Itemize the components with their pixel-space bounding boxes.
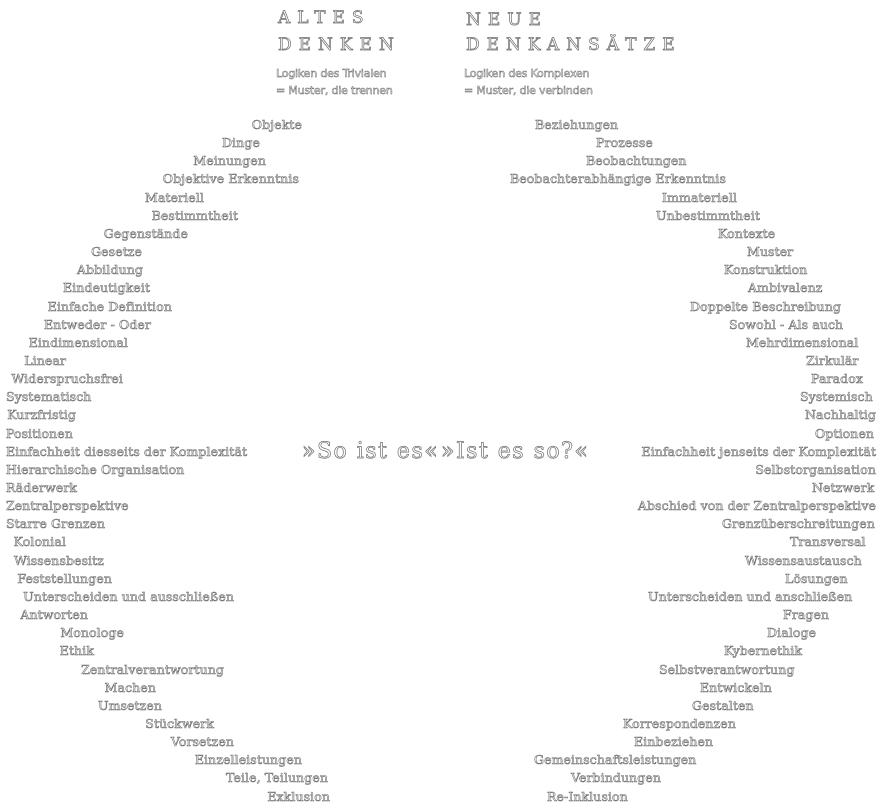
old-thinking-term: Positionen: [6, 425, 73, 441]
new-thinking-term: Nachhaltig: [805, 407, 876, 423]
old-thinking-term: Eindeutigkeit: [63, 280, 150, 296]
new-thinking-term: Einfachheit jenseits der Komplexität: [641, 443, 876, 459]
old-thinking-term: Einfachheit diesseits der Komplexität: [6, 443, 248, 459]
old-thinking-term: Linear: [24, 352, 66, 368]
new-thinking-term: Muster: [747, 244, 794, 260]
old-thinking-term: Materiell: [145, 189, 204, 205]
old-thinking-term: Räderwerk: [6, 480, 78, 495]
old-thinking-subtitle-line2: = Muster, die trennen: [276, 84, 393, 97]
old-thinking-term: Systematisch: [6, 389, 92, 405]
old-thinking-term: Ethik: [59, 643, 94, 659]
old-thinking-term: Unterscheiden und ausschließen: [23, 588, 234, 604]
new-thinking-term: Beobachterabhängige Erkenntnis: [510, 171, 727, 187]
old-thinking-term: Abbildung: [76, 262, 144, 278]
new-thinking-term: Gestalten: [692, 697, 754, 713]
new-thinking-title-line1: NEUE: [466, 10, 549, 30]
new-thinking-term: Fragen: [783, 607, 830, 623]
old-thinking-term: Widerspruchsfrei: [11, 371, 123, 387]
new-thinking-term: Einbeziehen: [634, 734, 714, 750]
old-thinking-term: Gegenstände: [103, 225, 188, 241]
old-thinking-term: Kurzfristig: [7, 407, 76, 423]
old-thinking-term: Vorsetzen: [170, 734, 235, 750]
old-thinking-term: Entweder - Oder: [44, 316, 151, 332]
new-thinking-term: Grenzüberschreitungen: [722, 516, 875, 532]
new-thinking-term: Systemisch: [800, 389, 873, 405]
new-thinking-term: Unbestimmtheit: [656, 207, 761, 223]
new-thinking-subtitle-line1: Logiken des Komplexen: [464, 67, 590, 80]
old-thinking-term: Einfache Definition: [47, 298, 172, 314]
new-thinking-term: Selbstverantwortung: [659, 661, 795, 677]
old-thinking-subtitle-line1: Logiken des Trivialen: [276, 67, 387, 80]
new-thinking-term: Verbindungen: [571, 770, 662, 786]
old-thinking-term: Einzelleistungen: [194, 752, 303, 768]
old-thinking-term: Monologe: [60, 625, 124, 641]
old-thinking-term: Bestimmtheit: [151, 207, 238, 223]
old-thinking-term: Kolonial: [13, 534, 66, 550]
old-thinking-term: Eindimensional: [28, 334, 128, 350]
old-thinking-term: Antworten: [20, 607, 88, 623]
new-thinking-term: Mehrdimensional: [746, 334, 859, 350]
new-thinking-term: Transversal: [790, 534, 866, 550]
old-thinking-term: Meinungen: [193, 153, 266, 169]
new-thinking-term: Gemeinschaftsleistungen: [534, 752, 697, 768]
new-thinking-term: Beobachtungen: [586, 153, 687, 169]
new-thinking-term: Ambivalenz: [748, 280, 823, 296]
new-thinking-quote: »Ist es so?«: [441, 439, 590, 464]
new-thinking-title-line2: DENKANSÄTZE: [466, 35, 682, 55]
old-thinking-title-line1: ALTES: [278, 8, 371, 28]
new-thinking-term: Zirkulär: [806, 352, 859, 368]
old-thinking-term: Stückwerk: [145, 715, 214, 731]
old-thinking-title-line2: DENKEN: [278, 35, 401, 55]
new-thinking-term: Entwickeln: [700, 679, 772, 695]
old-thinking-term: Objekte: [251, 117, 302, 132]
old-thinking-term: Teile, Teilungen: [225, 770, 329, 786]
new-thinking-term: Unterscheiden und anschließen: [648, 588, 853, 604]
new-thinking-term: Paradox: [811, 371, 864, 387]
old-thinking-term: Starre Grenzen: [6, 516, 106, 532]
old-thinking-term: Hierarchische Organisation: [6, 461, 185, 477]
new-thinking-term: Netzwerk: [812, 480, 875, 495]
old-thinking-term: Zentralverantwortung: [81, 661, 224, 677]
old-thinking-term: Exklusion: [267, 788, 330, 804]
new-thinking-term: Immateriell: [662, 189, 737, 205]
new-thinking-term: Wissensaustausch: [745, 552, 862, 568]
new-thinking-term: Lösungen: [785, 570, 848, 586]
new-thinking-term: Optionen: [815, 425, 875, 441]
new-thinking-term: Beziehungen: [535, 117, 619, 132]
new-thinking-term: Re-Inklusion: [547, 788, 628, 804]
old-thinking-term: Gesetze: [91, 244, 142, 260]
new-thinking-term: Doppelte Beschreibung: [690, 298, 841, 314]
new-thinking-term: Korrespondenzen: [623, 715, 736, 731]
old-thinking-term: Wissensbesitz: [13, 552, 105, 568]
new-thinking-term: Dialoge: [767, 625, 817, 641]
new-thinking-term: Konstruktion: [724, 262, 808, 278]
new-thinking-term: Abschied von der Zentralperspektive: [637, 498, 877, 514]
old-thinking-term: Feststellungen: [17, 570, 112, 586]
new-thinking-term: Kontexte: [718, 225, 776, 241]
new-thinking-term: Sowohl - Als auch: [729, 316, 844, 332]
new-thinking-term: Kybernethik: [724, 643, 803, 659]
old-thinking-term: Machen: [104, 679, 156, 695]
new-thinking-subtitle-line2: = Muster, die verbinden: [464, 84, 593, 97]
old-thinking-quote: »So ist es«: [302, 439, 440, 464]
new-thinking-term: Prozesse: [596, 135, 653, 151]
old-thinking-term: Umsetzen: [97, 697, 163, 713]
old-thinking-term: Zentralperspektive: [6, 498, 129, 514]
old-thinking-term: Dinge: [222, 135, 260, 151]
old-thinking-term: Objektive Erkenntnis: [162, 171, 299, 187]
new-thinking-term: Selbstorganisation: [755, 461, 876, 477]
